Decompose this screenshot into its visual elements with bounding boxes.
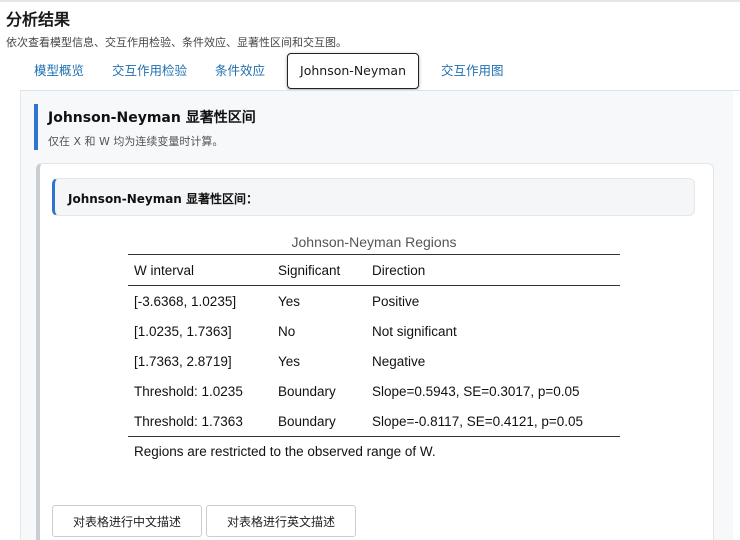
column-header-direction: Direction (372, 262, 426, 278)
cell-w-interval: Threshold: 1.7363 (134, 413, 243, 429)
cell-direction: Negative (372, 353, 426, 369)
cell-direction: Not significant (372, 323, 457, 339)
column-header-significant: Significant (278, 262, 341, 278)
result-tabs: 模型概览 交互作用检验 条件效应 Johnson-Neyman 交互作用图 (20, 53, 518, 89)
cell-significant: No (278, 323, 296, 339)
describe-table-english-button[interactable]: 对表格进行英文描述 (206, 505, 356, 537)
page-subtitle: 依次查看模型信息、交互作用检验、条件效应、显著性区间和交互图。 (6, 36, 347, 49)
tab-model-overview[interactable]: 模型概览 (20, 54, 98, 88)
jn-regions-table: W interval Significant Direction [-3.636… (128, 254, 620, 437)
table-note: Regions are restricted to the observed r… (134, 444, 436, 459)
cell-direction: Slope=0.5943, SE=0.3017, p=0.05 (372, 383, 580, 399)
cell-significant: Boundary (278, 383, 336, 399)
cell-direction: Positive (372, 293, 420, 309)
cell-significant: Yes (278, 293, 301, 309)
tab-interaction-plot[interactable]: 交互作用图 (427, 54, 518, 88)
table-row: Threshold: 1.0235 Boundary Slope=0.5943,… (128, 376, 620, 406)
section-header: Johnson-Neyman 显著性区间 仅在 X 和 W 均为连续变量时计算。 (34, 104, 448, 150)
table-row: Threshold: 1.7363 Boundary Slope=-0.8117… (128, 406, 620, 437)
cell-significant: Yes (278, 353, 301, 369)
table-header-row: W interval Significant Direction (128, 254, 620, 286)
table-row: [1.7363, 2.8719] Yes Negative (128, 346, 620, 376)
jn-table-container: Johnson-Neyman Regions W interval Signif… (128, 230, 620, 459)
column-header-w-interval: W interval (134, 262, 195, 278)
tab-johnson-neyman[interactable]: Johnson-Neyman (287, 53, 420, 89)
cell-w-interval: [1.0235, 1.7363] (134, 323, 232, 339)
section-title: Johnson-Neyman 显著性区间 (48, 110, 256, 126)
card-header: Johnson-Neyman 显著性区间： (52, 178, 695, 216)
tab-conditional-effects[interactable]: 条件效应 (201, 54, 279, 88)
table-caption: Johnson-Neyman Regions (291, 234, 457, 250)
table-row: [-3.6368, 1.0235] Yes Positive (128, 286, 620, 317)
cell-direction: Slope=-0.8117, SE=0.4121, p=0.05 (372, 413, 584, 429)
cell-w-interval: [-3.6368, 1.0235] (134, 293, 237, 309)
describe-table-chinese-button[interactable]: 对表格进行中文描述 (52, 505, 202, 537)
cell-w-interval: [1.7363, 2.8719] (134, 353, 232, 369)
section-note: 仅在 X 和 W 均为连续变量时计算。 (48, 135, 224, 148)
page-title: 分析结果 (6, 10, 71, 29)
analysis-results-page: 分析结果 依次查看模型信息、交互作用检验、条件效应、显著性区间和交互图。 模型概… (0, 0, 740, 540)
top-divider (0, 0, 740, 2)
cell-significant: Boundary (278, 413, 336, 429)
cell-w-interval: Threshold: 1.0235 (134, 383, 243, 399)
tab-interaction-test[interactable]: 交互作用检验 (98, 54, 201, 88)
table-row: [1.0235, 1.7363] No Not significant (128, 316, 620, 346)
card-header-text: Johnson-Neyman 显著性区间： (68, 192, 259, 206)
